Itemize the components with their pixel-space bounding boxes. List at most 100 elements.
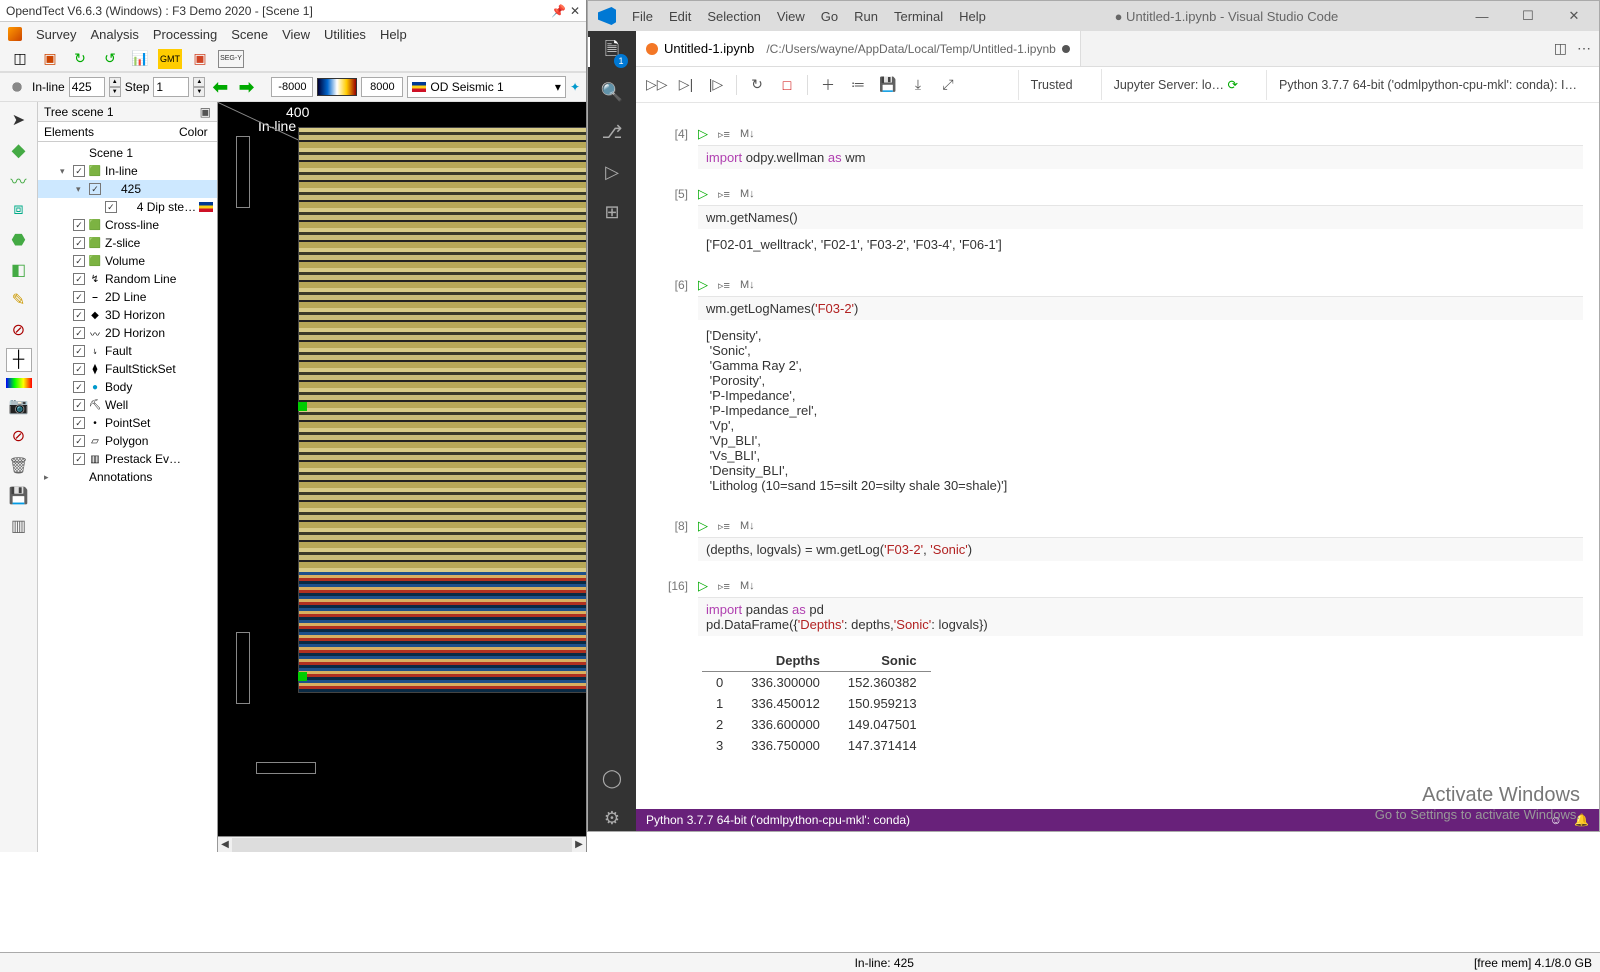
expand-icon[interactable]: ▸ — [44, 472, 54, 483]
run-all-icon[interactable]: ▷▷ — [646, 76, 666, 93]
scroll-right-icon[interactable]: ▶ — [572, 839, 586, 850]
menu-terminal[interactable]: Terminal — [894, 9, 943, 24]
menu-edit[interactable]: Edit — [669, 9, 691, 24]
account-icon[interactable]: ◯ — [599, 765, 625, 791]
checkbox[interactable]: ✓ — [73, 435, 85, 447]
checkbox[interactable]: ✓ — [73, 327, 85, 339]
checkbox[interactable]: ✓ — [73, 219, 85, 231]
mesh-icon[interactable]: ⧈ — [6, 198, 32, 222]
vertical-slider[interactable] — [236, 136, 250, 208]
save-icon[interactable]: 💾 — [878, 76, 898, 93]
cell-code[interactable]: import odpy.wellman as wm — [698, 145, 1583, 169]
tree-row[interactable]: ✓▱Polygon — [38, 432, 217, 450]
interrupt-icon[interactable]: □ — [777, 77, 797, 93]
expand-icon[interactable]: ⤢ — [938, 76, 958, 93]
extensions-icon[interactable]: ⊞ — [599, 199, 625, 225]
checkbox[interactable]: ✓ — [73, 345, 85, 357]
status-kernel[interactable]: Python 3.7.7 64-bit ('odmlpython-cpu-mkl… — [646, 813, 910, 827]
explorer-icon[interactable]: 🗎1 — [599, 39, 625, 65]
drag-handle[interactable] — [298, 672, 307, 681]
brush-icon[interactable]: ✎ — [6, 288, 32, 312]
tree-row[interactable]: ▾✓🟩In-line — [38, 162, 217, 180]
run-by-line-icon[interactable]: ▹≡ — [718, 580, 730, 593]
cell-code[interactable]: import pandas as pd pd.DataFrame({'Depth… — [698, 597, 1583, 636]
checkbox[interactable]: ✓ — [89, 183, 101, 195]
tool-icon[interactable]: ↻ — [68, 49, 92, 69]
jupyter-server-status[interactable]: Jupyter Server: lo… ⟳ — [1101, 69, 1250, 100]
seismic-viewer[interactable]: 400 In-line ◀ ▶ — [218, 102, 586, 852]
seismic-section[interactable] — [298, 127, 586, 693]
menu-survey[interactable]: Survey — [36, 27, 76, 42]
export-icon[interactable]: ⤓ — [908, 76, 928, 93]
run-cell-icon[interactable]: ▷ — [698, 186, 708, 202]
tree-row[interactable]: ▾✓425 — [38, 180, 217, 198]
tree-row[interactable]: ✓4 Dip ste… — [38, 198, 217, 216]
expand-icon[interactable]: ▾ — [76, 184, 86, 195]
cell-code[interactable]: wm.getNames() — [698, 205, 1583, 229]
menu-view[interactable]: View — [777, 9, 805, 24]
checkbox[interactable]: ✓ — [73, 237, 85, 249]
tree-row[interactable]: ✓〰2D Horizon — [38, 324, 217, 342]
menu-scene[interactable]: Scene — [231, 27, 268, 42]
checkbox[interactable]: ✓ — [73, 363, 85, 375]
pin-icon[interactable]: 📌 — [551, 4, 566, 18]
menu-file[interactable]: File — [632, 9, 653, 24]
gear-icon[interactable] — [6, 76, 28, 98]
tree-row[interactable]: ✓↯Random Line — [38, 270, 217, 288]
cell-markdown-icon[interactable]: M↓ — [740, 520, 755, 532]
run-by-line-icon[interactable]: ▹≡ — [718, 188, 730, 201]
popout-icon[interactable]: ▣ — [200, 105, 211, 119]
notebook-cell[interactable]: [4]▷▹≡M↓import odpy.wellman as wm — [652, 123, 1583, 169]
menu-help[interactable]: Help — [959, 9, 986, 24]
cross-icon[interactable]: ⊘ — [6, 318, 32, 342]
volume-icon[interactable] — [6, 138, 32, 162]
tree-row[interactable]: Scene 1 — [38, 144, 217, 162]
tree-row[interactable]: ✓🟩Cross-line — [38, 216, 217, 234]
notebook-cell[interactable]: [16]▷▹≡M↓import pandas as pd pd.DataFram… — [652, 575, 1583, 636]
settings-gear-icon[interactable]: ⚙ — [599, 805, 625, 831]
seismic-select[interactable]: OD Seismic 1 ▾ — [407, 76, 566, 98]
prev-arrow-icon[interactable]: ⬅ — [209, 77, 231, 97]
colormap-icon[interactable] — [6, 378, 32, 388]
minimize-icon[interactable]: — — [1467, 9, 1497, 24]
checkbox[interactable]: ✓ — [73, 453, 85, 465]
colorbar-icon[interactable] — [317, 78, 357, 96]
menu-help[interactable]: Help — [380, 27, 407, 42]
tree-row[interactable]: ✓◆3D Horizon — [38, 306, 217, 324]
close-icon[interactable]: ✕ — [570, 4, 580, 18]
tree-row[interactable]: ✓⧫FaultStickSet — [38, 360, 217, 378]
horizontal-slider[interactable] — [256, 762, 316, 774]
tree-row[interactable]: ✓⎯2D Line — [38, 288, 217, 306]
bell-icon[interactable]: 🔔 — [1574, 813, 1589, 827]
drag-handle[interactable] — [298, 402, 307, 411]
checkbox[interactable]: ✓ — [73, 165, 85, 177]
menu-utilities[interactable]: Utilities — [324, 27, 366, 42]
trusted-status[interactable]: Trusted — [1018, 70, 1085, 100]
log-icon[interactable]: ▥ — [6, 514, 32, 538]
vertical-slider[interactable] — [236, 632, 250, 704]
checkbox[interactable]: ✓ — [105, 201, 117, 213]
cell-code[interactable]: wm.getLogNames('F03-2') — [698, 296, 1583, 320]
cell-code[interactable]: (depths, logvals) = wm.getLog('F03-2', '… — [698, 537, 1583, 561]
run-debug-icon[interactable]: ▷ — [599, 159, 625, 185]
menu-selection[interactable]: Selection — [707, 9, 760, 24]
pointer-icon[interactable]: ➤ — [6, 108, 32, 132]
tool-icon[interactable]: ↺ — [98, 49, 122, 69]
tree-row[interactable]: ✓🟩Volume — [38, 252, 217, 270]
tree-body[interactable]: Scene 1▾✓🟩In-line▾✓425✓4 Dip ste…✓🟩Cross… — [38, 142, 217, 852]
run-by-line-icon[interactable]: ▹≡ — [718, 279, 730, 292]
feedback-icon[interactable]: ☺ — [1550, 813, 1562, 827]
tree-row[interactable]: ✓⭏Fault — [38, 342, 217, 360]
checkbox[interactable]: ✓ — [73, 273, 85, 285]
range-min[interactable]: -8000 — [271, 77, 313, 97]
scroll-left-icon[interactable]: ◀ — [218, 839, 232, 850]
add-cell-icon[interactable]: ＋ — [818, 75, 838, 95]
tree-row[interactable]: ▸Annotations — [38, 468, 217, 486]
save-icon[interactable]: 💾 — [6, 484, 32, 508]
checkbox[interactable]: ✓ — [73, 291, 85, 303]
horizon-icon[interactable]: 〰 — [6, 168, 32, 192]
menu-run[interactable]: Run — [854, 9, 878, 24]
notebook-cell[interactable]: [6]▷▹≡M↓wm.getLogNames('F03-2')['Density… — [652, 274, 1583, 501]
inline-input[interactable] — [69, 77, 105, 97]
run-above-icon[interactable]: ▷| — [676, 76, 696, 93]
